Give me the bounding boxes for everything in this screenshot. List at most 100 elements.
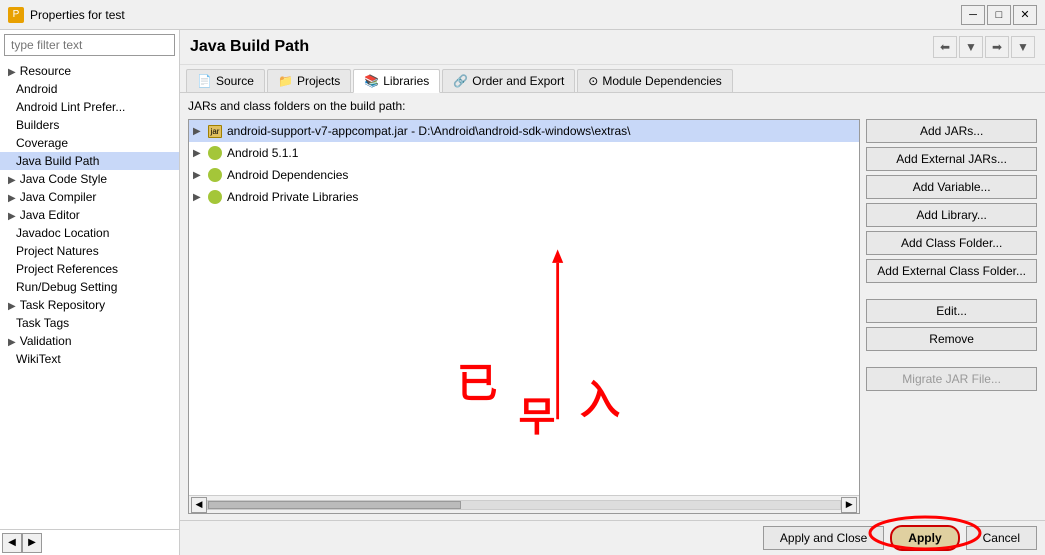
tree-arrow: ▶ xyxy=(193,192,207,203)
arrow-icon: ▶ xyxy=(8,193,16,204)
sidebar-item-wikitext[interactable]: WikiText xyxy=(0,350,179,368)
sidebar-item-project-natures[interactable]: Project Natures xyxy=(0,242,179,260)
sidebar-item-builders[interactable]: Builders xyxy=(0,116,179,134)
maximize-button[interactable]: □ xyxy=(987,5,1011,25)
tab-libraries[interactable]: 📚 Libraries xyxy=(353,69,440,93)
sidebar: ▶ResourceAndroidAndroid Lint Prefer...Bu… xyxy=(0,30,180,555)
cancel-button[interactable]: Cancel xyxy=(966,526,1037,550)
tabs-bar: 📄 Source📁 Projects📚 Libraries🔗 Order and… xyxy=(180,65,1045,93)
add-library-button[interactable]: Add Library... xyxy=(866,203,1037,227)
sidebar-item-java-editor[interactable]: ▶ Java Editor xyxy=(0,206,179,224)
sidebar-label: Run/Debug Setting xyxy=(16,280,117,294)
add-external-class-folder-button[interactable]: Add External Class Folder... xyxy=(866,259,1037,283)
sidebar-next-button[interactable]: ▶ xyxy=(22,533,42,553)
svg-text:已: 已 xyxy=(457,361,497,406)
scrollbar-thumb[interactable] xyxy=(208,501,461,509)
sidebar-label: Project References xyxy=(16,262,118,276)
tab-label-projects: Projects xyxy=(297,74,340,88)
tree-item-item2[interactable]: ▶ Android 5.1.1 xyxy=(189,142,859,164)
sidebar-bottom: ◀ ▶ xyxy=(0,529,179,555)
sidebar-item-project-references[interactable]: Project References xyxy=(0,260,179,278)
filter-input[interactable] xyxy=(4,34,175,56)
btn-spacer xyxy=(866,287,1037,295)
btn-spacer xyxy=(866,355,1037,363)
sidebar-item-java-code-style[interactable]: ▶Java Code Style xyxy=(0,170,179,188)
tab-icon-order-export: 🔗 xyxy=(453,74,468,88)
sidebar-label: Android xyxy=(16,82,57,96)
main-container: ▶ResourceAndroidAndroid Lint Prefer...Bu… xyxy=(0,30,1045,555)
sidebar-item-java-build-path[interactable]: Java Build Path xyxy=(0,152,179,170)
nav-back-dropdown[interactable]: ▼ xyxy=(959,36,983,58)
titlebar-controls[interactable]: ─ □ ✕ xyxy=(961,5,1037,25)
nav-forward-button[interactable]: ➡ xyxy=(985,36,1009,58)
tab-module-deps[interactable]: ⊙ Module Dependencies xyxy=(577,69,732,92)
add-class-folder-button[interactable]: Add Class Folder... xyxy=(866,231,1037,255)
scroll-right-button[interactable]: ▶ xyxy=(841,497,857,513)
sidebar-prev-button[interactable]: ◀ xyxy=(2,533,22,553)
sidebar-item-java-compiler[interactable]: ▶Java Compiler xyxy=(0,188,179,206)
tab-label-source: Source xyxy=(216,74,254,88)
scrollbar-track[interactable] xyxy=(207,500,841,510)
svg-text:무: 무 xyxy=(519,394,556,439)
sidebar-label: Validation xyxy=(20,334,72,348)
tree-item-label: android-support-v7-appcompat.jar - D:\An… xyxy=(227,124,631,138)
sidebar-label: Builders xyxy=(16,118,59,132)
panel-body: ▶ jar android-support-v7-appcompat.jar -… xyxy=(188,119,1037,514)
sidebar-item-android-lint[interactable]: Android Lint Prefer... xyxy=(0,98,179,116)
tree-arrow: ▶ xyxy=(193,148,207,159)
sidebar-label: Java Build Path xyxy=(16,154,99,168)
tab-icon-source: 📄 xyxy=(197,74,212,88)
tab-projects[interactable]: 📁 Projects xyxy=(267,69,351,92)
sidebar-label: WikiText xyxy=(16,352,61,366)
sidebar-item-coverage[interactable]: Coverage xyxy=(0,134,179,152)
content-title: Java Build Path xyxy=(190,38,309,56)
content-nav: ⬅ ▼ ➡ ▼ xyxy=(933,36,1035,58)
sidebar-label: Java Code Style xyxy=(20,172,107,186)
tree-item-item3[interactable]: ▶ Android Dependencies xyxy=(189,164,859,186)
add-jars-button[interactable]: Add JARs... xyxy=(866,119,1037,143)
sidebar-label: Resource xyxy=(20,64,71,78)
tree-item-label: Android Private Libraries xyxy=(227,190,358,204)
sidebar-item-javadoc-location[interactable]: Javadoc Location xyxy=(0,224,179,242)
horizontal-scrollbar[interactable]: ◀ ▶ xyxy=(189,495,859,513)
sidebar-item-resource[interactable]: ▶Resource xyxy=(0,62,179,80)
action-buttons: Add JARs... Add External JARs... Add Varia… xyxy=(866,119,1037,514)
sidebar-label: Task Repository xyxy=(20,298,105,312)
tab-icon-libraries: 📚 xyxy=(364,74,379,88)
nav-forward-dropdown[interactable]: ▼ xyxy=(1011,36,1035,58)
tree-item-label: Android Dependencies xyxy=(227,168,348,182)
scroll-left-button[interactable]: ◀ xyxy=(191,497,207,513)
sidebar-label: Coverage xyxy=(16,136,68,150)
sidebar-item-task-tags[interactable]: Task Tags xyxy=(0,314,179,332)
tab-label-module-deps: Module Dependencies xyxy=(602,74,721,88)
remove-button[interactable]: Remove xyxy=(866,327,1037,351)
edit-button[interactable]: Edit... xyxy=(866,299,1037,323)
tree-arrow: ▶ xyxy=(193,126,207,137)
close-button[interactable]: ✕ xyxy=(1013,5,1037,25)
titlebar-left: P Properties for test xyxy=(8,7,125,23)
apply-close-button[interactable]: Apply and Close xyxy=(763,526,884,550)
sidebar-item-task-repository[interactable]: ▶Task Repository xyxy=(0,296,179,314)
sidebar-item-run-debug[interactable]: Run/Debug Setting xyxy=(0,278,179,296)
android-icon xyxy=(207,167,223,183)
arrow-icon: ▶ xyxy=(8,211,16,222)
tab-order-export[interactable]: 🔗 Order and Export xyxy=(442,69,575,92)
minimize-button[interactable]: ─ xyxy=(961,5,985,25)
nav-back-button[interactable]: ⬅ xyxy=(933,36,957,58)
sidebar-item-android[interactable]: Android xyxy=(0,80,179,98)
library-tree[interactable]: ▶ jar android-support-v7-appcompat.jar -… xyxy=(189,120,859,495)
add-external-jars-button[interactable]: Add External JARs... xyxy=(866,147,1037,171)
android-icon xyxy=(207,189,223,205)
sidebar-label: Java Editor xyxy=(20,208,80,222)
apply-button[interactable]: Apply xyxy=(890,525,959,551)
tab-source[interactable]: 📄 Source xyxy=(186,69,265,92)
sidebar-item-validation[interactable]: ▶Validation xyxy=(0,332,179,350)
tree-item-item1[interactable]: ▶ jar android-support-v7-appcompat.jar -… xyxy=(189,120,859,142)
tab-icon-projects: 📁 xyxy=(278,74,293,88)
content-area: Java Build Path ⬅ ▼ ➡ ▼ 📄 Source📁 Projec… xyxy=(180,30,1045,555)
main-panel: JARs and class folders on the build path… xyxy=(180,93,1045,520)
add-variable-button[interactable]: Add Variable... xyxy=(866,175,1037,199)
window-title: Properties for test xyxy=(30,8,125,22)
jar-icon: jar xyxy=(207,123,223,139)
tree-item-item4[interactable]: ▶ Android Private Libraries xyxy=(189,186,859,208)
